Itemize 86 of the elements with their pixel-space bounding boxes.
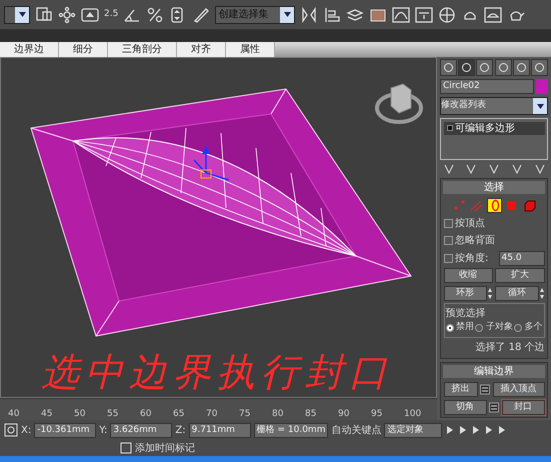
- checkbox-label: 按顶点: [455, 216, 485, 230]
- ruler-tick-label: 90: [338, 408, 350, 421]
- selection-button[interactable]: 扩大: [495, 268, 544, 283]
- selection-button[interactable]: 收缩: [444, 268, 493, 283]
- settings-icon[interactable]: [489, 400, 499, 414]
- selection-button[interactable]: 环形: [444, 286, 487, 300]
- go-to-start-icon[interactable]: [445, 424, 456, 436]
- object-name-field[interactable]: Circle02: [440, 79, 534, 94]
- checkbox[interactable]: [444, 236, 452, 245]
- grid-size-field: 栅格 = 10.0mm: [254, 422, 328, 438]
- rollout-header[interactable]: 编辑边界: [443, 364, 545, 378]
- mirror-icon[interactable]: [300, 6, 318, 24]
- radio-button[interactable]: [446, 324, 454, 332]
- percent-snap-icon[interactable]: [146, 6, 164, 24]
- modifier-stack-item[interactable]: 可编辑多边形: [444, 122, 544, 134]
- timeline-ruler[interactable]: 40 45 50 55 60 65 70 75 80 85 90 95 100: [0, 398, 437, 420]
- spinner-snap-label[interactable]: 2.5: [104, 8, 118, 22]
- element-level-button[interactable]: [522, 198, 536, 213]
- ribbon-tab[interactable]: 三角剖分: [108, 42, 177, 57]
- coordinate-field[interactable]: -10.361mm: [34, 422, 96, 438]
- radio-button[interactable]: [475, 324, 484, 332]
- manipulate-icon[interactable]: [81, 6, 99, 24]
- coordinate-label: Y:: [99, 424, 108, 438]
- selection-button[interactable]: 循环: [495, 286, 538, 300]
- handwritten-annotation: 选中边界执行封口: [41, 353, 393, 391]
- rollout-header[interactable]: 选择: [443, 180, 545, 194]
- caret-icon: [284, 12, 291, 17]
- angle-spinner-field[interactable]: 45.0: [498, 250, 544, 266]
- ruler-tick-label: 60: [140, 408, 152, 421]
- window-crossing-icon[interactable]: [35, 6, 53, 24]
- ribbon-tab[interactable]: 边界边: [0, 42, 59, 57]
- spinner-arrows-icon[interactable]: [486, 286, 493, 300]
- time-tag-icon[interactable]: [120, 442, 132, 454]
- ruler-tick-label: 45: [41, 408, 52, 421]
- radio-label: 禁用: [456, 321, 474, 334]
- align-icon[interactable]: [323, 6, 342, 24]
- previous-frame-icon[interactable]: [458, 424, 468, 436]
- ruler-tick-label: 50: [74, 408, 86, 421]
- modifier-list-dropdown[interactable]: 修改器列表: [440, 97, 548, 115]
- settings-icon[interactable]: [480, 382, 490, 397]
- add-time-tag-label[interactable]: 添加时间标记: [135, 440, 195, 456]
- caret-icon: [18, 12, 26, 17]
- edit-border-button[interactable]: 封口: [502, 400, 544, 414]
- ruler-tick-label: 70: [206, 408, 218, 421]
- ruler-tick-label: 85: [305, 408, 316, 421]
- coordinate-label: Z:: [175, 424, 186, 438]
- checkbox-label: 按角度:: [455, 252, 488, 266]
- ribbon-tab[interactable]: 对齐: [177, 42, 226, 57]
- ribbon-tab[interactable]: 属性: [226, 42, 275, 57]
- auto-key-label[interactable]: 自动关键点: [331, 422, 382, 438]
- edit-border-button[interactable]: 挤出: [444, 382, 478, 397]
- selection-status-text: 选择了 18 个边: [474, 340, 546, 355]
- ribbon-tab[interactable]: 细分: [59, 42, 108, 57]
- snap-icon[interactable]: [58, 6, 76, 24]
- object-color-swatch[interactable]: [536, 79, 548, 94]
- spinner-arrows-icon[interactable]: [538, 286, 544, 300]
- play-icon[interactable]: [471, 424, 482, 436]
- ruler-tick-label: 55: [107, 408, 118, 421]
- coordinate-label: X:: [21, 424, 32, 438]
- ruler-tick-label: 95: [371, 408, 382, 421]
- radio-button[interactable]: [514, 324, 522, 332]
- checkbox[interactable]: [444, 254, 452, 262]
- next-frame-icon[interactable]: [484, 424, 494, 436]
- radio-label: 子对象: [486, 321, 513, 334]
- ruler-tick-label: 65: [173, 408, 184, 421]
- key-filter-dropdown[interactable]: 选定对象: [384, 422, 442, 438]
- edit-border-button[interactable]: 切角: [444, 400, 486, 414]
- ruler-tick-label: 80: [272, 408, 284, 421]
- layer-dropdown[interactable]: [4, 6, 30, 24]
- border-level-button[interactable]: [486, 198, 502, 213]
- edit-border-button[interactable]: 插入顶点: [492, 382, 544, 397]
- checkbox[interactable]: [444, 218, 452, 228]
- go-to-end-icon[interactable]: [497, 424, 508, 436]
- view-cube-icon[interactable]: [375, 83, 423, 124]
- selection-set-dropdown[interactable]: 创建选择集: [215, 6, 296, 24]
- ruler-tick-label: 100: [404, 408, 422, 421]
- coordinate-field[interactable]: 9.711mm: [188, 422, 251, 438]
- lock-selection-icon[interactable]: [4, 423, 18, 437]
- ruler-tick-label: 75: [239, 408, 250, 421]
- caret-icon: [536, 104, 544, 108]
- checkbox-label: 忽略背面: [455, 234, 495, 248]
- ruler-tick-label: 40: [8, 408, 20, 421]
- curve-editor-icon[interactable]: [392, 6, 410, 24]
- coordinate-field[interactable]: 3.626mm: [110, 422, 172, 438]
- radio-label: 多个: [524, 321, 542, 334]
- group-title: 预览选择: [446, 306, 486, 321]
